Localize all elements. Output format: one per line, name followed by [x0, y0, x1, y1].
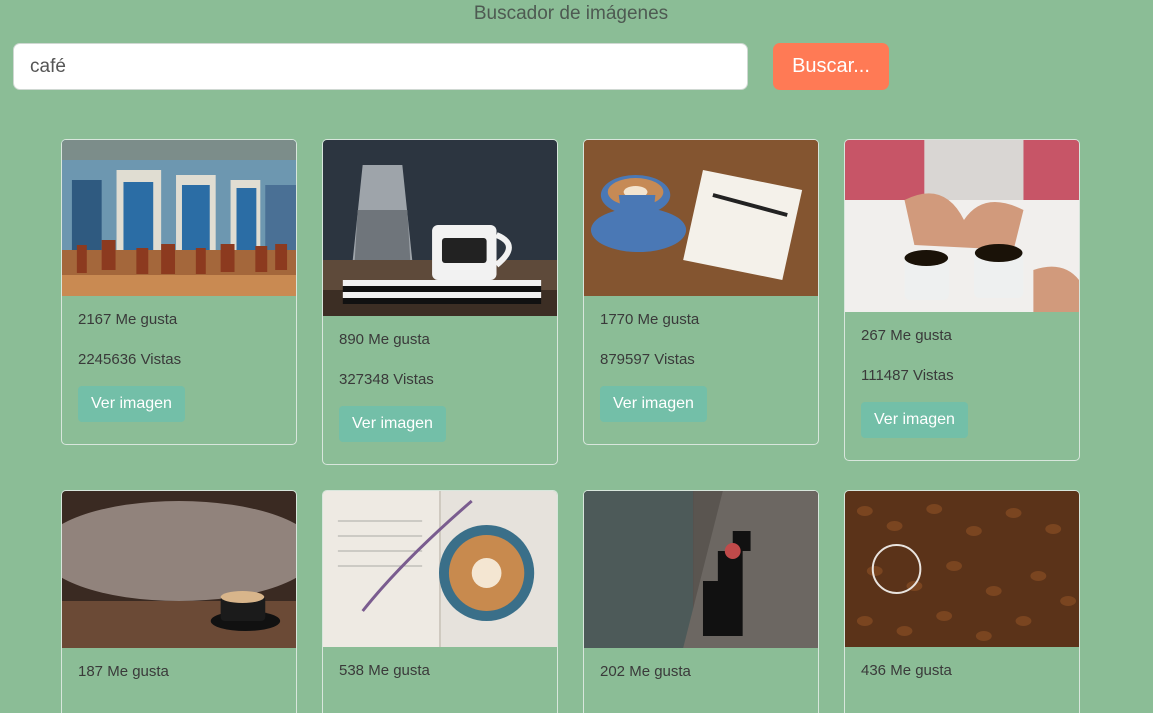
result-card: 2167 Me gusta 2245636 Vistas Ver imagen: [61, 139, 297, 445]
result-card: 267 Me gusta 111487 Vistas Ver imagen: [844, 139, 1080, 461]
likes-count: 436 Me gusta: [861, 662, 952, 679]
result-image[interactable]: [584, 140, 818, 296]
likes-count: 890 Me gusta: [339, 331, 430, 348]
likes-count: 267 Me gusta: [861, 327, 952, 344]
card-body: 1770 Me gusta 879597 Vistas Ver imagen: [584, 296, 818, 438]
result-card: 436 Me gusta: [844, 490, 1080, 713]
result-image[interactable]: [323, 491, 557, 647]
result-card: 538 Me gusta: [322, 490, 558, 713]
views-count: 327348 Vistas: [339, 371, 434, 388]
view-image-button[interactable]: Ver imagen: [78, 386, 185, 422]
likes-count: 2167 Me gusta: [78, 311, 178, 328]
likes-count: 202 Me gusta: [600, 663, 691, 680]
views-count: 111487 Vistas: [861, 367, 954, 384]
likes-count: 538 Me gusta: [339, 662, 430, 679]
card-body: 202 Me gusta: [584, 648, 818, 713]
result-card: 1770 Me gusta 879597 Vistas Ver imagen: [583, 139, 819, 445]
result-image[interactable]: [845, 140, 1079, 312]
card-body: 187 Me gusta: [62, 648, 296, 713]
view-image-button[interactable]: Ver imagen: [339, 406, 446, 442]
result-image[interactable]: [845, 491, 1079, 647]
card-body: 890 Me gusta 327348 Vistas Ver imagen: [323, 316, 557, 458]
card-body: 538 Me gusta: [323, 647, 557, 713]
likes-count: 1770 Me gusta: [600, 311, 700, 328]
result-image[interactable]: [62, 491, 296, 648]
page: Buscador de imágenes Buscar...: [0, 0, 1153, 713]
view-image-button[interactable]: Ver imagen: [600, 386, 707, 422]
result-card: 202 Me gusta: [583, 490, 819, 713]
result-card: 187 Me gusta: [61, 490, 297, 713]
likes-count: 187 Me gusta: [78, 663, 169, 680]
card-body: 436 Me gusta: [845, 647, 1079, 713]
view-image-button[interactable]: Ver imagen: [861, 402, 968, 438]
app-title: Buscador de imágenes: [473, 3, 669, 24]
card-body: 267 Me gusta 111487 Vistas Ver imagen: [845, 312, 1079, 454]
result-image[interactable]: [584, 491, 818, 648]
search-input[interactable]: [13, 43, 748, 90]
card-body: 2167 Me gusta 2245636 Vistas Ver imagen: [62, 296, 296, 438]
search-button[interactable]: Buscar...: [773, 43, 889, 90]
views-count: 2245636 Vistas: [78, 351, 182, 368]
result-image[interactable]: [323, 140, 557, 316]
views-count: 879597 Vistas: [600, 351, 695, 368]
result-image[interactable]: [62, 140, 296, 296]
result-card: 890 Me gusta 327348 Vistas Ver imagen: [322, 139, 558, 465]
